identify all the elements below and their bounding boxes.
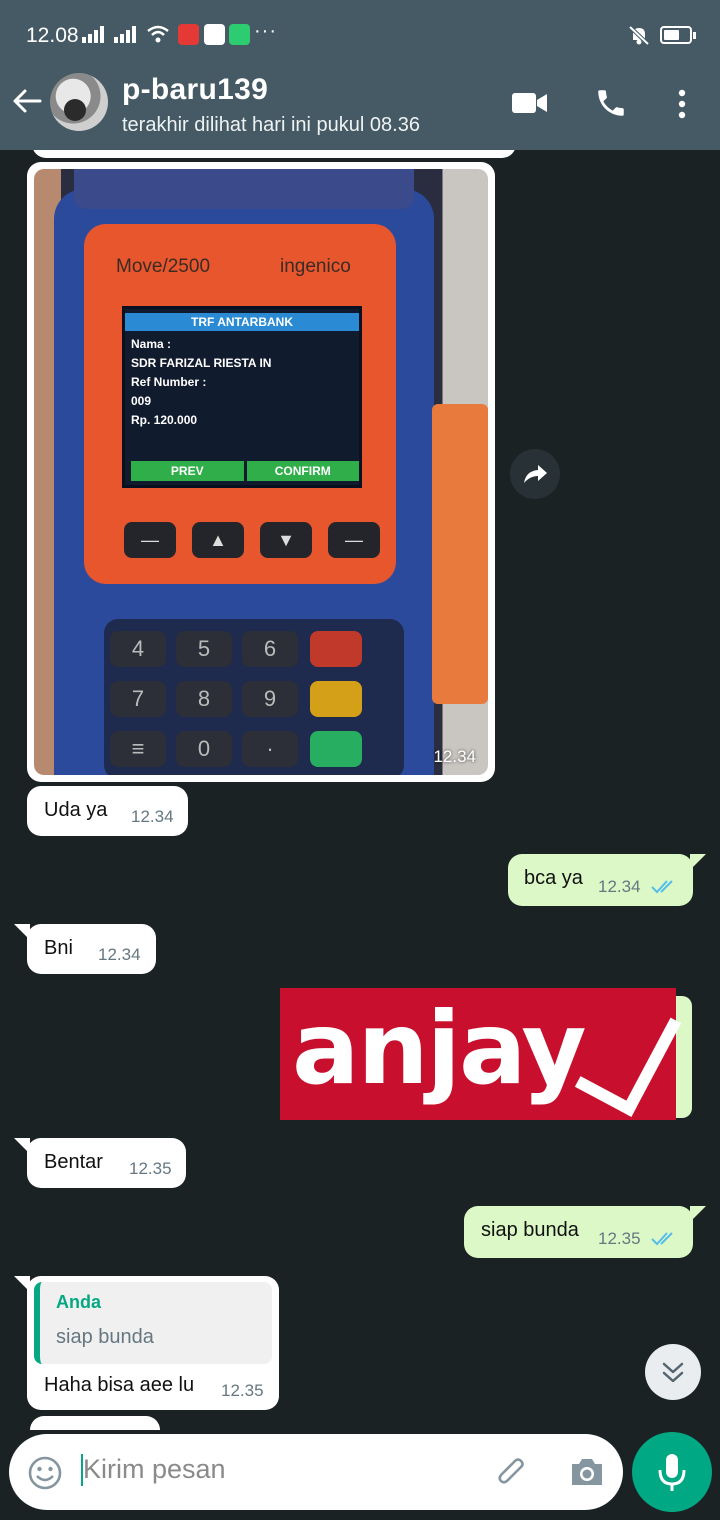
message-text: Haha bisa aee lu — [44, 1374, 195, 1396]
screen-line: SDR FARIZAL RIESTA IN — [131, 356, 272, 370]
chat-header: p-baru139 terakhir dilihat hari ini puku… — [0, 68, 720, 150]
screen-line: Rp. 120.000 — [131, 413, 198, 427]
last-seen-status[interactable]: terakhir dilihat hari ini pukul 08.36 — [122, 114, 420, 137]
key-dash-icon: — — [124, 522, 176, 558]
numeric-keypad: 4 5 6 7 8 9 ≡ 0 · — [104, 619, 404, 775]
message-time: 12.35 — [129, 1159, 172, 1178]
key: 4 — [110, 631, 166, 667]
device-model-label: Move/2500 — [116, 256, 211, 277]
message-notification-icon — [229, 24, 250, 45]
read-double-check-icon — [651, 880, 673, 894]
key-down-icon: ▼ — [260, 522, 312, 558]
more-vert-icon[interactable] — [672, 88, 692, 120]
reply-message[interactable]: Anda siap bunda Haha bisa aee lu 12.35 — [27, 1276, 279, 1410]
device-brand-label: ingenico — [280, 256, 351, 277]
image-message[interactable]: Move/2500 ingenico TRF ANTARBANK Nama : … — [27, 162, 495, 782]
voice-record-button[interactable] — [632, 1432, 712, 1512]
contact-name[interactable]: p-baru139 — [122, 73, 268, 107]
sticker-checkmark-icon — [574, 993, 682, 1117]
phone-icon[interactable] — [594, 86, 628, 120]
screen-line: Ref Number : — [131, 375, 207, 389]
forward-icon — [524, 465, 547, 483]
outgoing-message[interactable]: siap bunda 12.35 — [464, 1206, 693, 1258]
key-paper-icon: ≡ — [110, 731, 166, 767]
chat-area[interactable]: Move/2500 ingenico TRF ANTARBANK Nama : … — [0, 150, 720, 1430]
key-up-icon: ▲ — [192, 522, 244, 558]
payment-terminal-photo[interactable]: Move/2500 ingenico TRF ANTARBANK Nama : … — [34, 169, 488, 775]
message-time: 12.34 — [433, 747, 476, 766]
function-keys: — ▲ ▼ — — [124, 522, 380, 558]
emoji-icon[interactable] — [27, 1455, 63, 1491]
device-screen: TRF ANTARBANK Nama : SDR FARIZAL RIESTA … — [122, 306, 362, 488]
atm-card — [432, 404, 488, 704]
scroll-to-bottom-button[interactable] — [645, 1344, 701, 1400]
message-text: Bentar — [44, 1151, 103, 1173]
screen-softkeys: PREV CONFIRM — [131, 461, 359, 481]
edc-device: Move/2500 ingenico TRF ANTARBANK Nama : … — [54, 189, 434, 775]
message-time: 12.34 — [98, 945, 141, 964]
key-dot-icon: · — [242, 731, 298, 767]
mute-bell-icon — [628, 25, 650, 46]
quoted-text: siap bunda — [56, 1326, 154, 1348]
shopee-notification-icon — [178, 24, 199, 45]
quoted-message[interactable]: Anda siap bunda — [34, 1282, 272, 1364]
cancel-key — [310, 631, 362, 667]
clear-key — [310, 681, 362, 717]
screen-line: 009 — [131, 394, 152, 408]
camera-icon[interactable] — [569, 1456, 605, 1488]
message-text: siap bunda — [481, 1219, 579, 1241]
incoming-message[interactable]: Bni 12.34 — [27, 924, 156, 974]
message-composer[interactable]: Kirim pesan — [9, 1434, 623, 1510]
device-face: Move/2500 ingenico TRF ANTARBANK Nama : … — [84, 224, 396, 584]
prev-softkey: PREV — [131, 461, 244, 481]
message-input[interactable]: Kirim pesan — [83, 1454, 226, 1485]
message-time: 12.34 — [598, 877, 641, 896]
message-time: 12.35 — [598, 1229, 641, 1248]
next-message-bubble[interactable] — [30, 1416, 160, 1430]
video-call-icon[interactable] — [510, 90, 550, 116]
sticker-text: anjay — [292, 990, 587, 1107]
screen-title: TRF ANTARBANK — [125, 313, 359, 331]
key-dash-icon: — — [328, 522, 380, 558]
confirm-softkey: CONFIRM — [246, 461, 359, 481]
status-bar: 12.08 ··· — [0, 0, 720, 68]
status-time: 12.08 — [26, 24, 79, 47]
double-chevron-down-icon — [662, 1362, 684, 1383]
previous-message-bubble[interactable] — [32, 150, 516, 158]
battery-icon — [660, 26, 696, 44]
attach-paperclip-icon[interactable] — [493, 1454, 531, 1492]
contact-avatar[interactable] — [50, 73, 108, 131]
message-text: Uda ya — [44, 799, 108, 821]
key: 8 — [176, 681, 232, 717]
incoming-message[interactable]: Bentar 12.35 — [27, 1138, 186, 1188]
message-time: 12.35 — [221, 1381, 264, 1400]
device-top — [74, 169, 414, 209]
sticker-message[interactable]: anjay — [280, 988, 682, 1120]
app-notification-icon — [204, 24, 225, 45]
back-arrow-icon[interactable] — [10, 84, 44, 118]
signal-1-icon — [82, 26, 104, 43]
screen-lines: Nama : SDR FARIZAL RIESTA IN Ref Number … — [131, 335, 271, 430]
wifi-icon — [147, 25, 169, 43]
key: 5 — [176, 631, 232, 667]
signal-2-icon — [114, 26, 136, 43]
screen-line: Nama : — [131, 337, 172, 351]
message-time: 12.34 — [131, 807, 174, 826]
microphone-icon — [658, 1454, 686, 1491]
message-text: bca ya — [524, 867, 583, 889]
key: 0 — [176, 731, 232, 767]
key: 7 — [110, 681, 166, 717]
read-double-check-icon — [651, 1232, 673, 1246]
outgoing-message[interactable]: bca ya 12.34 — [508, 854, 693, 906]
forward-button[interactable] — [510, 449, 560, 499]
more-notifications-icon: ··· — [254, 20, 277, 42]
quoted-author: Anda — [56, 1292, 101, 1312]
message-text: Bni — [44, 937, 73, 959]
key: 9 — [242, 681, 298, 717]
enter-key — [310, 731, 362, 767]
key: 6 — [242, 631, 298, 667]
incoming-message[interactable]: Uda ya 12.34 — [27, 786, 188, 836]
